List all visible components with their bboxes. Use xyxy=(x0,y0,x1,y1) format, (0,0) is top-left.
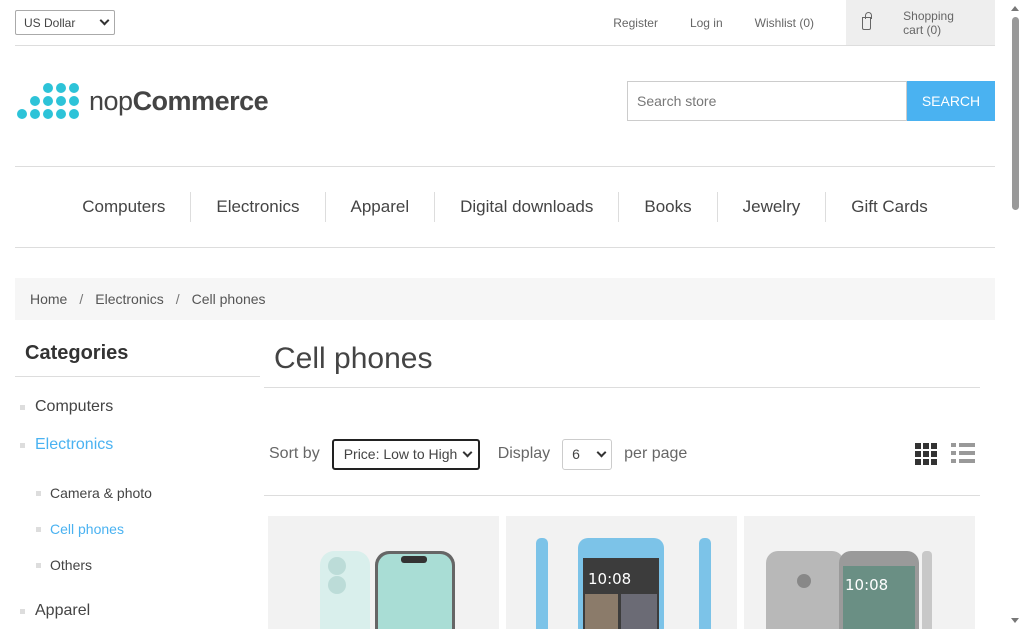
chevron-down-icon xyxy=(462,447,473,457)
page-scrollbar[interactable] xyxy=(1007,0,1024,629)
shopping-cart-link[interactable]: Shopping cart (0) xyxy=(846,0,995,45)
scroll-up-icon[interactable] xyxy=(1011,6,1019,11)
category-electronics[interactable]: Electronics xyxy=(15,435,260,455)
product-image[interactable]: 10:08 xyxy=(744,516,975,629)
page-title: Cell phones xyxy=(264,342,980,388)
list-view-icon[interactable] xyxy=(951,443,975,467)
cart-label: Shopping cart (0) xyxy=(903,8,954,37)
main-content: Cell phones Sort by Price: Low to High D… xyxy=(264,342,980,629)
divider xyxy=(264,495,980,496)
menu-item-jewelry[interactable]: Jewelry xyxy=(716,192,826,222)
header-top-bar: US Dollar Register Log in Wishlist (0) S… xyxy=(15,0,995,46)
menu-item-electronics[interactable]: Electronics xyxy=(190,192,324,222)
phone-image-icon: 10:08 xyxy=(766,551,932,629)
phone-image-icon: 10:08 xyxy=(536,538,711,629)
sort-select[interactable]: Price: Low to High xyxy=(331,438,480,470)
breadcrumb-home[interactable]: Home xyxy=(30,291,67,307)
register-link[interactable]: Register xyxy=(613,16,658,30)
search-box: Search store SEARCH xyxy=(627,81,995,121)
svg-text:10:08: 10:08 xyxy=(588,570,631,588)
currency-select[interactable]: US Dollar xyxy=(15,10,115,35)
sort-value: Price: Low to High xyxy=(343,446,458,462)
page-size-select[interactable]: 6 xyxy=(562,438,613,470)
phone-image-icon xyxy=(320,551,455,629)
search-placeholder: Search store xyxy=(637,93,717,109)
sidebar-categories: Categories Computers Electronics Camera … xyxy=(15,342,260,621)
menu-item-digital-downloads[interactable]: Digital downloads xyxy=(434,192,618,222)
category-apparel[interactable]: Apparel xyxy=(15,601,260,621)
chevron-down-icon xyxy=(99,15,110,26)
scrollbar-thumb[interactable] xyxy=(1012,17,1019,210)
svg-text:10:08: 10:08 xyxy=(845,576,888,594)
category-computers[interactable]: Computers xyxy=(15,397,260,417)
menu-item-gift-cards[interactable]: Gift Cards xyxy=(825,192,953,222)
display-label: Display xyxy=(497,445,551,462)
categories-title: Categories xyxy=(15,342,260,377)
product-selectors: Sort by Price: Low to High Display 6 per… xyxy=(264,438,980,470)
search-input[interactable]: Search store xyxy=(627,81,907,121)
header-links: Register Log in Wishlist (0) Shopping ca… xyxy=(613,0,995,45)
logo-dots-icon xyxy=(17,83,79,119)
per-page-label: per page xyxy=(624,445,688,462)
grid-view-icon[interactable] xyxy=(915,443,937,465)
product-grid: 10:08 10:08 xyxy=(264,516,980,629)
currency-value: US Dollar xyxy=(24,15,76,30)
menu-item-computers[interactable]: Computers xyxy=(57,192,190,222)
login-link[interactable]: Log in xyxy=(690,16,723,30)
breadcrumb-separator: / xyxy=(175,291,180,307)
subcategory-camera-photo[interactable]: Camera & photo xyxy=(15,484,260,502)
subcategory-others[interactable]: Others xyxy=(15,556,260,574)
breadcrumb-electronics[interactable]: Electronics xyxy=(95,291,163,307)
logo-text: nopCommerce xyxy=(89,85,269,116)
product-image[interactable] xyxy=(268,516,499,629)
product-image[interactable]: 10:08 xyxy=(506,516,737,629)
breadcrumb-current: Cell phones xyxy=(191,291,266,307)
cart-icon xyxy=(862,12,873,30)
menu-item-apparel[interactable]: Apparel xyxy=(324,192,435,222)
search-button[interactable]: SEARCH xyxy=(907,81,995,121)
page: US Dollar Register Log in Wishlist (0) S… xyxy=(15,0,995,320)
scroll-down-icon[interactable] xyxy=(1011,618,1019,623)
store-logo[interactable]: nopCommerce xyxy=(17,83,269,119)
chevron-down-icon xyxy=(596,447,607,457)
breadcrumb: Home / Electronics / Cell phones xyxy=(15,278,995,320)
wishlist-link[interactable]: Wishlist (0) xyxy=(755,16,814,30)
breadcrumb-separator: / xyxy=(79,291,84,307)
page-size-value: 6 xyxy=(572,446,580,462)
top-menu: Computers Electronics Apparel Digital do… xyxy=(15,167,995,248)
sort-label: Sort by xyxy=(269,445,320,462)
subcategory-cell-phones[interactable]: Cell phones xyxy=(15,520,260,538)
header-main: nopCommerce Search store SEARCH xyxy=(15,46,995,167)
menu-item-books[interactable]: Books xyxy=(618,192,716,222)
